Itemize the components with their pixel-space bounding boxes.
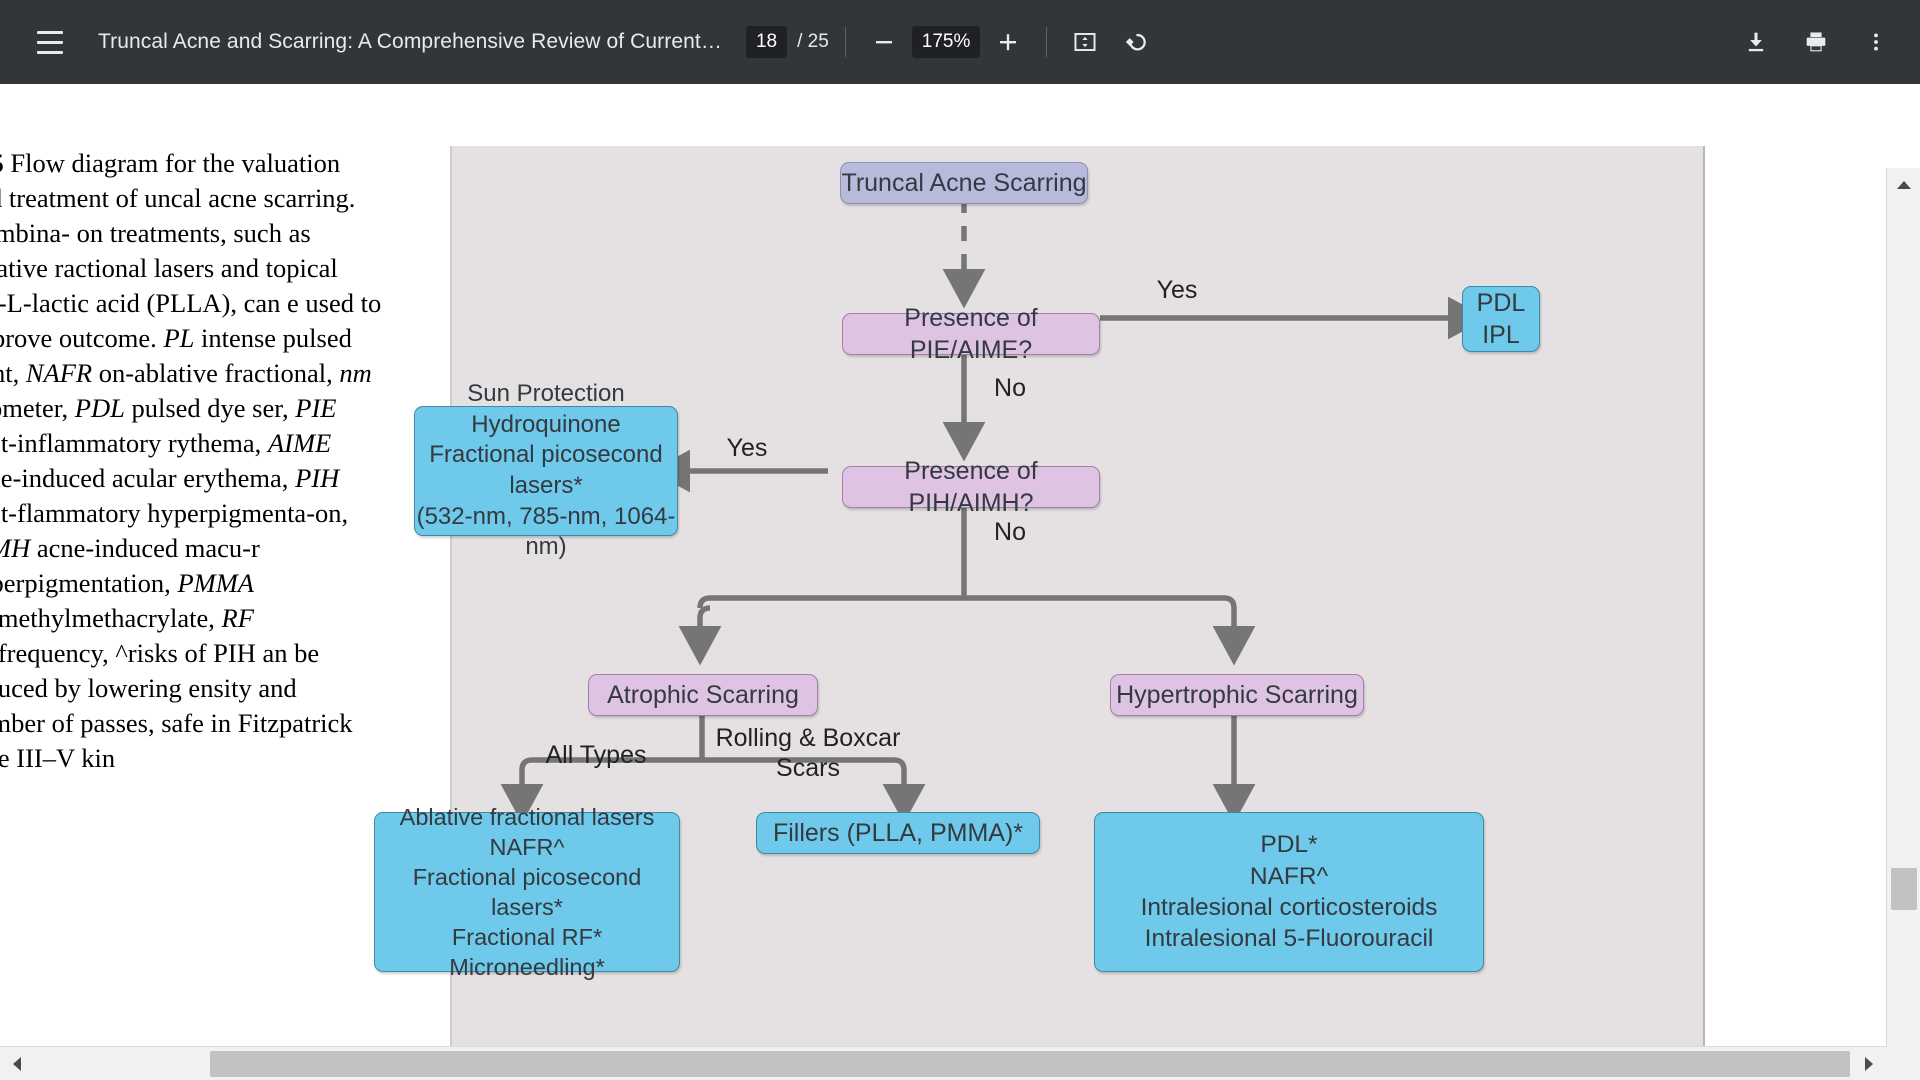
abbr-pih: PIH xyxy=(295,463,340,493)
scroll-left-arrow-icon[interactable] xyxy=(0,1047,34,1080)
caption-text-nm: anometer, xyxy=(0,393,69,423)
abbr-nafr: NAFR xyxy=(25,358,93,388)
scroll-up-arrow-icon[interactable] xyxy=(1887,168,1920,202)
menu-bar-1 xyxy=(37,30,63,34)
abbr-aime: AIME xyxy=(267,428,332,458)
page-navigation-group: 18 / 25 xyxy=(745,26,829,58)
abbr-ipl: PL xyxy=(163,323,195,353)
edge-label-no-pih: No xyxy=(994,518,1026,546)
print-icon xyxy=(1806,32,1826,52)
node-truncal-acne-scarring: Truncal Acne Scarring xyxy=(840,162,1088,204)
edge-label-yes-pih: Yes xyxy=(726,434,768,462)
toolbar-divider-1 xyxy=(844,27,846,57)
caption-text-aime: acne-induced acular erythema, xyxy=(0,463,289,493)
edge-split-left xyxy=(678,605,722,666)
node-hypertrophic-scarring: Hypertrophic Scarring xyxy=(1110,674,1364,716)
scroll-right-arrow-icon[interactable] xyxy=(1852,1047,1886,1080)
hamburger-menu-icon[interactable] xyxy=(28,20,72,64)
edge-label-rolling-boxcar: Rolling & Boxcar Scars xyxy=(715,724,901,782)
node-sun-protection-treatment: Sun Protection Hydroquinone Fractional p… xyxy=(414,380,678,560)
caption-line-5: ractional lasers and topical xyxy=(54,253,338,283)
page-number-input[interactable]: 18 xyxy=(745,26,788,58)
zoom-out-button[interactable] xyxy=(862,20,906,64)
more-vertical-icon xyxy=(1874,33,1878,51)
page-total-label: / 25 xyxy=(797,31,829,52)
fit-to-page-icon xyxy=(1074,33,1096,51)
node-hypertrophic-treatment: PDL* NAFR^ Intralesional corticosteroids… xyxy=(1094,812,1484,972)
edge-label-yes-pie: Yes xyxy=(1156,276,1198,304)
edge-split-right xyxy=(1212,595,1256,666)
rotate-button[interactable] xyxy=(1115,20,1159,64)
node-pdl-ipl: PDL IPL xyxy=(1462,286,1540,352)
abbr-aimh: AIMH xyxy=(0,533,31,563)
vertical-scrollbar-thumb[interactable] xyxy=(1891,868,1917,910)
zoom-in-button[interactable] xyxy=(986,20,1030,64)
plus-icon xyxy=(1000,34,1017,51)
rotate-counterclockwise-icon xyxy=(1126,33,1147,51)
caption-text-rf: diofrequency, ^risks of PIH an be reduce… xyxy=(0,638,353,773)
menu-bar-2 xyxy=(37,40,63,44)
edge-label-no-pie: No xyxy=(994,374,1026,402)
vertical-scrollbar[interactable] xyxy=(1886,168,1920,1080)
download-icon xyxy=(1748,32,1764,52)
node-presence-of-pie-aime: Presence of PIE/AIME? xyxy=(842,304,1100,364)
caption-text-pih: post-flammatory hyperpigmenta-on, xyxy=(0,498,349,528)
menu-bar-3 xyxy=(37,50,63,54)
pdf-page-viewport: g. 5 Flow diagram for the valuation and … xyxy=(0,84,1920,1080)
download-button[interactable] xyxy=(1734,20,1778,64)
zoom-level-input[interactable]: 175% xyxy=(911,26,981,58)
abbr-pdl: PDL xyxy=(74,393,125,423)
toolbar-right-actions xyxy=(1734,20,1898,64)
horizontal-scrollbar-thumb[interactable] xyxy=(210,1051,1850,1077)
more-options-button[interactable] xyxy=(1854,20,1898,64)
scrollbar-corner xyxy=(1886,1046,1920,1080)
minus-icon xyxy=(875,41,892,44)
toolbar-divider-2 xyxy=(1046,27,1048,57)
figure-caption: g. 5 Flow diagram for the valuation and … xyxy=(0,146,384,776)
flow-diagram-canvas: Truncal Acne Scarring Presence of PIE/AI… xyxy=(374,146,1703,1080)
node-presence-of-pih-aimh: Presence of PIH/AIMH? xyxy=(842,457,1100,517)
zoom-controls-group: 175% xyxy=(862,20,1031,64)
abbr-rf: RF xyxy=(221,603,254,633)
node-fillers-treatment: Fillers (PLLA, PMMA)* xyxy=(756,812,1040,854)
node-atrophic-scarring: Atrophic Scarring xyxy=(588,674,818,716)
caption-text-nafr: on-ablative fractional, xyxy=(98,358,340,388)
abbr-pie: PIE xyxy=(295,393,337,423)
caption-text-pie: post-inflammatory rythema, xyxy=(0,428,262,458)
print-button[interactable] xyxy=(1794,20,1838,64)
abbr-pmma: PMMA xyxy=(177,568,254,598)
edge-label-all-types: All Types xyxy=(545,741,647,769)
caption-line-6: oly-L-lactic acid (PLLA), can xyxy=(0,288,281,318)
node-atrophic-all-types-treatment: Ablative fractional lasers NAFR^ Fractio… xyxy=(374,804,680,980)
pdf-viewer-toolbar: Truncal Acne and Scarring: A Comprehensi… xyxy=(0,0,1920,84)
abbr-nm: nm xyxy=(339,358,372,388)
flow-diagram-figure: Truncal Acne Scarring Presence of PIE/AI… xyxy=(374,146,1705,1080)
caption-text-pdl: pulsed dye ser, xyxy=(124,393,296,423)
fit-to-page-button[interactable] xyxy=(1063,20,1107,64)
caption-text-pmma: olymethylmethacrylate, xyxy=(0,603,215,633)
document-title: Truncal Acne and Scarring: A Comprehensi… xyxy=(98,30,722,53)
horizontal-scrollbar[interactable] xyxy=(0,1046,1886,1080)
caption-line-1: Flow diagram for the xyxy=(3,148,235,178)
